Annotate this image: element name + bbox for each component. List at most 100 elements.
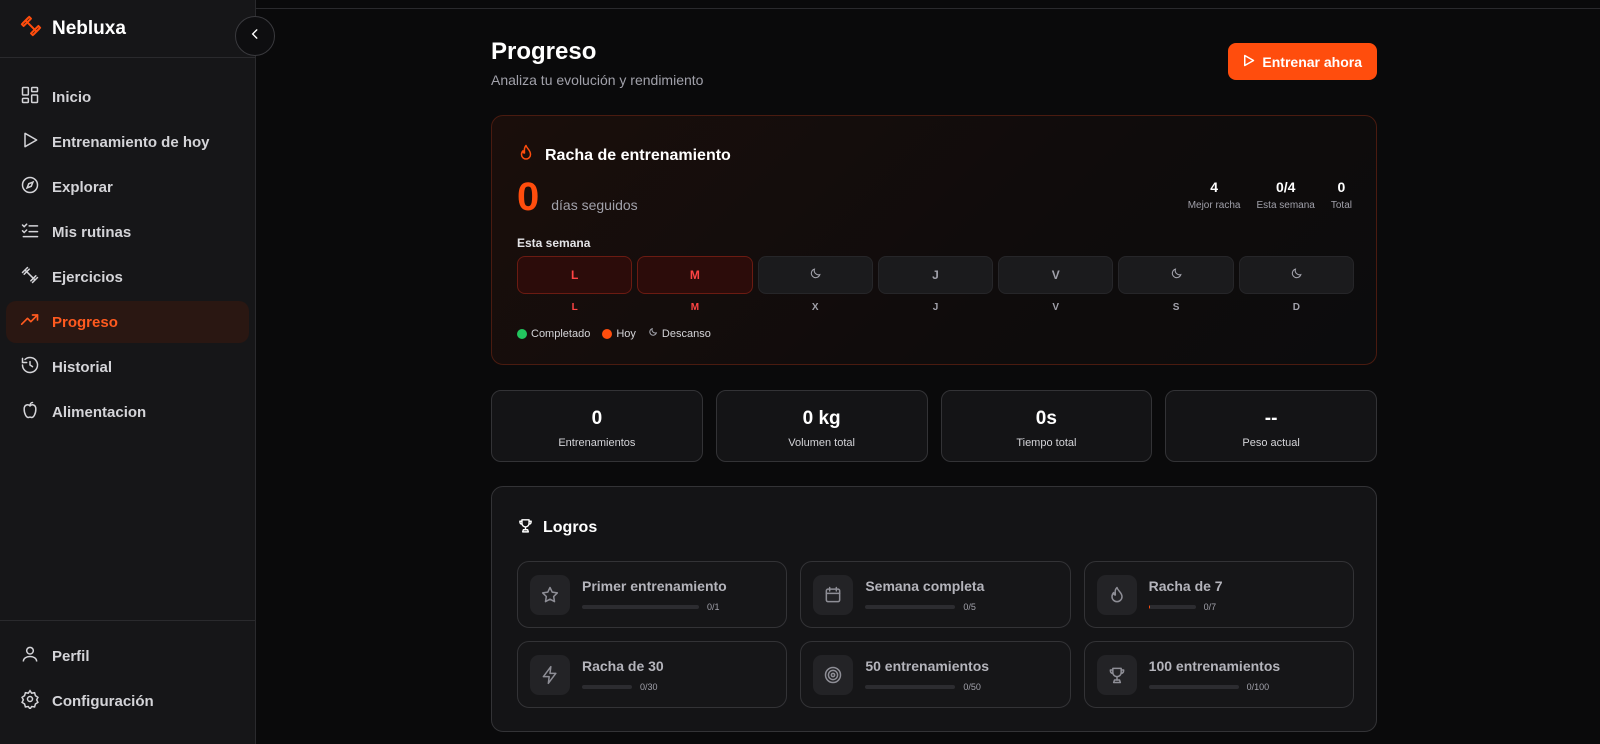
day-label: J [932,302,939,313]
sidebar-item-mis-rutinas[interactable]: Mis rutinas [6,211,249,253]
day-label: X [811,302,819,313]
achievement-progress: 0/50 [865,682,1069,692]
achievement-title: Racha de 7 [1148,577,1223,594]
achievement-progress-value: 0/1 [707,601,720,612]
stat-label: Volumen total [788,437,855,449]
moon-icon [1170,267,1183,283]
progress-bar [865,684,956,689]
sidebar-item-historial[interactable]: Historial [6,346,249,388]
progress-bar [1148,604,1196,609]
summary-stats: 0 Entrenamientos 0 kg Volumen total 0s T… [491,390,1377,462]
sidebar-footer: Perfil Configuración [0,620,255,744]
day-label: D [1292,302,1300,313]
achievement-body: Racha de 30 0/30 [582,658,786,692]
day-box[interactable]: V [998,256,1114,294]
streak-days-value: 0 [517,175,540,219]
legend-label: Descanso [661,327,711,340]
achievement-progress: 0/100 [1148,681,1353,692]
sidebar-item-perfil[interactable]: Perfil [6,635,249,677]
top-divider [256,8,1600,9]
stat-label: Esta semana [1256,200,1315,211]
stat-label: Mejor racha [1187,200,1241,211]
achievement-progress: 0/7 [1148,602,1353,612]
day-label: L [571,302,578,313]
achievements-title: Logros [543,519,598,536]
day-label: M [690,302,700,313]
day-box[interactable]: J [877,256,994,294]
achievement-card[interactable]: 50 entrenamientos 0/50 [800,641,1071,708]
day-3: JJ [877,256,994,313]
achievement-card[interactable]: Primer entrenamiento 0/1 [517,561,788,628]
progress-bar [865,604,956,609]
trophy-icon [1096,654,1137,695]
settings-icon [20,689,40,713]
achievement-body: 100 entrenamientos 0/100 [1148,657,1353,692]
day-box[interactable] [1238,256,1354,294]
star-icon [530,574,570,615]
day-5: S [1118,256,1234,313]
moon-icon [809,267,822,283]
sidebar-item-alimentacion[interactable]: Alimentacion [6,391,249,433]
chevron-left-icon [248,27,262,46]
achievement-title: 100 entrenamientos [1148,657,1281,674]
legend-completed: Completado [517,328,590,340]
achievement-body: 50 entrenamientos 0/50 [865,658,1069,692]
streak-card: Racha de entrenamiento 0 días seguidos 4… [491,115,1377,365]
achievement-progress: 0/5 [865,602,1069,612]
brand[interactable]: Nebluxa [0,0,255,58]
stat-value: -- [1264,408,1278,429]
achievement-card[interactable]: Semana completa 0/5 [800,561,1071,628]
grid-icon [20,85,40,109]
bolt-icon [530,654,570,695]
sidebar-item-explorar[interactable]: Explorar [6,166,249,208]
stat-value: 4 [1210,179,1218,195]
sidebar-item-configuracion[interactable]: Configuración [6,680,249,722]
day-2: X [757,256,873,313]
sidebar-item-ejercicios[interactable]: Ejercicios [6,256,249,298]
dumbbell-logo-icon [20,15,42,42]
dumbbell-icon [20,265,40,289]
play-icon [1241,53,1256,71]
day-box[interactable]: L [517,256,633,294]
stat-label: Tiempo total [1016,437,1077,449]
train-now-button[interactable]: Entrenar ahora [1228,43,1377,80]
stat-card-time: 0s Tiempo total [940,390,1153,462]
day-label: V [1052,302,1060,313]
sidebar-item-entrenamiento-de-hoy[interactable]: Entrenamiento de hoy [6,121,249,163]
achievement-body: Semana completa 0/5 [865,578,1069,612]
progress-bar [582,684,632,689]
stat-value: 0s [1035,408,1057,429]
achievement-progress-value: 0/100 [1246,681,1270,692]
achievement-card[interactable]: Racha de 7 0/7 [1083,561,1354,628]
sidebar-item-inicio[interactable]: Inicio [6,76,249,118]
flame-icon [517,144,535,167]
streak-title: Racha de entrenamiento [545,146,731,164]
legend-label: Completado [531,327,591,340]
collapse-sidebar-button[interactable] [235,16,275,56]
best-streak-stat: 4 Mejor racha [1188,179,1241,211]
day-box[interactable] [1118,256,1234,294]
achievement-card[interactable]: Racha de 30 0/30 [517,641,788,708]
day-box[interactable] [757,256,873,294]
day-0: LL [517,256,633,313]
play-icon [20,130,40,154]
trend-up-icon [20,310,40,334]
apple-icon [20,400,40,424]
moon-icon [648,327,658,340]
achievement-card[interactable]: 100 entrenamientos 0/100 [1083,641,1354,708]
user-icon [20,644,40,668]
page-title: Progreso [491,38,597,65]
sidebar-item-label: Alimentacion [52,403,147,421]
stat-label: Total [1330,200,1352,211]
sidebar-item-progreso[interactable]: Progreso [6,301,249,343]
stat-value: 0/4 [1275,179,1296,195]
moon-icon [1290,267,1303,283]
streak-count: 0 días seguidos [517,174,638,220]
achievement-title: 50 entrenamientos [865,657,990,674]
stat-value: 0 [1337,179,1346,195]
week-days: LLMMXJJVVSD [517,256,1354,313]
brand-name: Nebluxa [52,17,126,39]
achievements-grid: Primer entrenamiento 0/1 Semana completa 0/… [517,561,1354,708]
stat-card-volume: 0 kg Volumen total [715,390,928,462]
day-box[interactable]: M [637,256,753,294]
